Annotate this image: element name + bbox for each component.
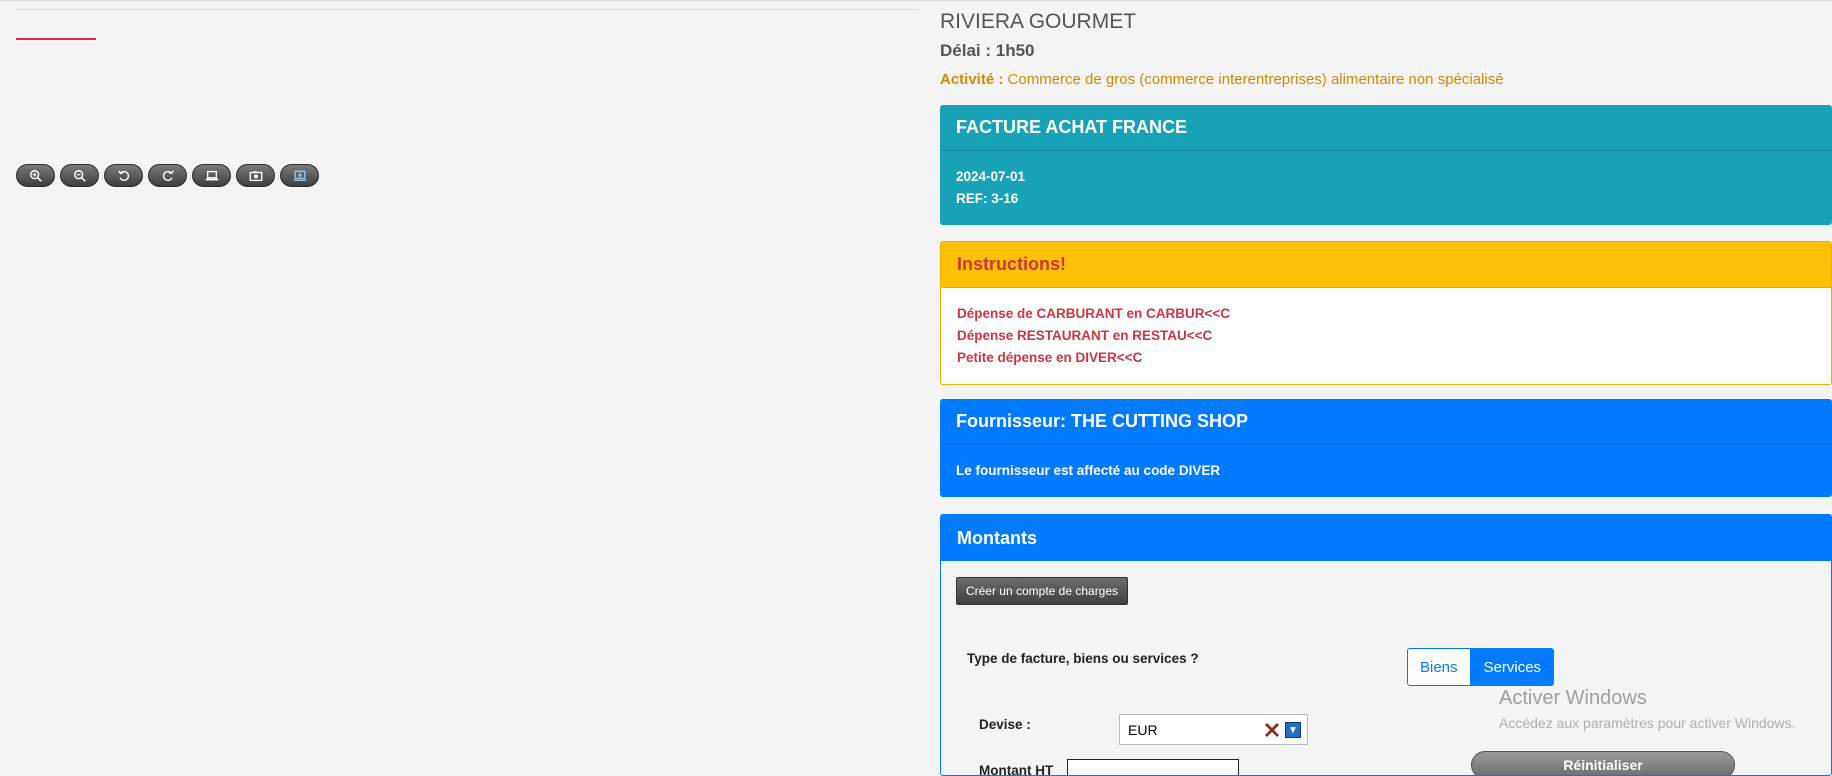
option-services-button[interactable]: Services: [1470, 648, 1555, 686]
download-screen-icon[interactable]: [280, 164, 319, 187]
activite-line: Activité : Commerce de gros (commerce in…: [940, 71, 1504, 88]
reset-button[interactable]: Réinitialiser: [1471, 751, 1735, 775]
invoice-type-toggle: Biens Services: [1407, 648, 1555, 686]
fournisseur-title: Fournisseur: THE CUTTING SHOP: [940, 399, 1832, 445]
top-divider: [0, 0, 1832, 1]
montants-card: Montants Créer un compte de charges Type…: [940, 514, 1832, 776]
fit-screen-icon[interactable]: [192, 164, 231, 187]
windows-watermark-title: Activer Windows: [1499, 687, 1647, 709]
zoom-out-icon[interactable]: [60, 164, 99, 187]
instruction-line: Dépense RESTAURANT en RESTAU<<C: [957, 328, 1213, 343]
facture-ref: REF: 3-16: [956, 191, 1019, 206]
dropdown-arrow-icon[interactable]: ▼: [1285, 722, 1301, 738]
facture-body: 2024-07-01 REF: 3-16: [940, 151, 1832, 225]
instruction-line: Dépense de CARBURANT en CARBUR<<C: [957, 306, 1231, 321]
devise-value: EUR: [1128, 721, 1158, 738]
invoice-type-label: Type de facture, biens ou services ?: [967, 651, 1199, 666]
create-charge-account-button[interactable]: Créer un compte de charges: [956, 577, 1128, 605]
instructions-card: Instructions! Dépense de CARBURANT en CA…: [940, 241, 1832, 385]
instructions-title: Instructions!: [941, 242, 1831, 288]
company-name: RIVIERA GOURMET: [940, 10, 1137, 33]
fournisseur-card: Fournisseur: THE CUTTING SHOP Le fournis…: [940, 399, 1832, 497]
zoom-in-icon[interactable]: [16, 164, 55, 187]
rotate-left-icon[interactable]: [104, 164, 143, 187]
delai-text: Délai : 1h50: [940, 41, 1035, 60]
facture-card: FACTURE ACHAT FRANCE 2024-07-01 REF: 3-1…: [940, 105, 1832, 225]
devise-label: Devise :: [979, 717, 1031, 732]
montant-ht-label: Montant HT: [979, 763, 1054, 776]
viewer-toolbar: [16, 164, 319, 187]
montant-ht-input[interactable]: [1067, 759, 1239, 775]
facture-date: 2024-07-01: [956, 169, 1026, 184]
fournisseur-body: Le fournisseur est affecté au code DIVER: [956, 463, 1221, 478]
active-tab-underline: [16, 38, 96, 40]
activite-label: Activité :: [940, 71, 1004, 88]
instruction-line: Petite dépense en DIVER<<C: [957, 350, 1143, 365]
viewer-divider: [16, 9, 918, 10]
clear-selection-icon[interactable]: [1263, 721, 1281, 739]
instructions-body: Dépense de CARBURANT en CARBUR<<C Dépens…: [941, 288, 1831, 384]
windows-watermark-subtitle: Accédez aux paramètres pour activer Wind…: [1499, 715, 1796, 731]
montants-title: Montants: [941, 515, 1831, 561]
activite-value: Commerce de gros (commerce interentrepri…: [1007, 71, 1504, 88]
rotate-right-icon[interactable]: [148, 164, 187, 187]
option-biens-button[interactable]: Biens: [1407, 648, 1471, 686]
photo-icon[interactable]: [236, 164, 275, 187]
devise-select[interactable]: EUR ▼: [1119, 714, 1308, 745]
facture-title: FACTURE ACHAT FRANCE: [940, 105, 1832, 151]
